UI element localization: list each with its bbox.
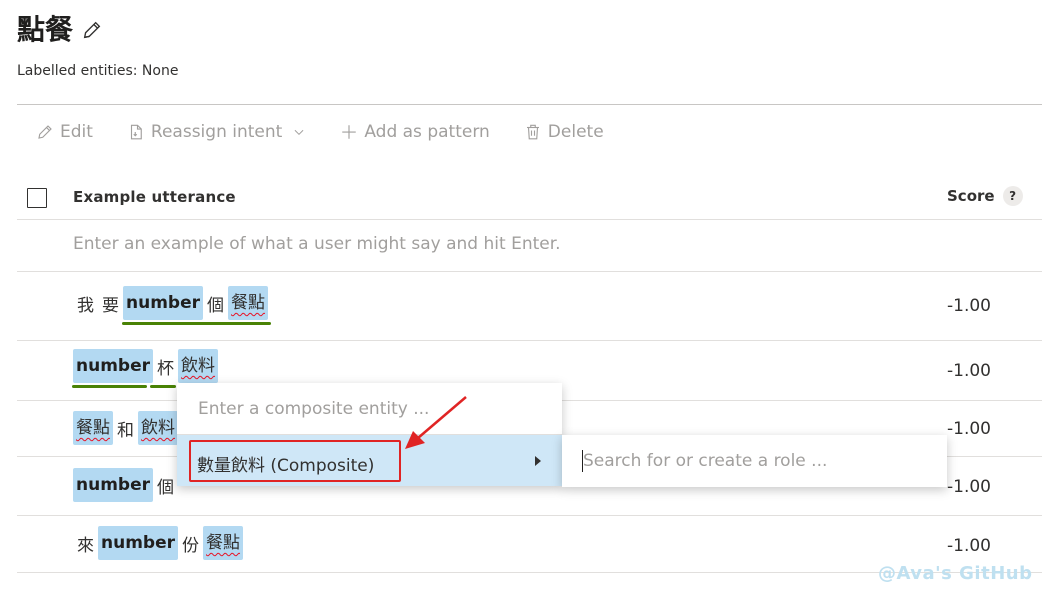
entity-label[interactable]: 餐點	[228, 286, 269, 320]
score-value: -1.00	[947, 419, 991, 439]
token: 我	[77, 295, 94, 316]
token: 杯	[157, 358, 175, 379]
chevron-down-icon	[294, 129, 304, 135]
reassign-intent-label: Reassign intent	[150, 122, 283, 142]
token: 個	[207, 295, 225, 316]
token: 餐點	[206, 533, 241, 553]
utterance-text: number 杯 飲料	[73, 349, 219, 383]
token: 飲料	[181, 356, 216, 376]
add-as-pattern-button[interactable]: Add as pattern	[340, 122, 490, 142]
composite-entity-placeholder: Enter a composite entity ...	[198, 399, 430, 419]
document-icon	[130, 124, 142, 140]
composite-entity-input[interactable]: Enter a composite entity ...	[177, 383, 562, 435]
add-as-pattern-label: Add as pattern	[364, 122, 490, 142]
column-header-utterance: Example utterance	[73, 188, 236, 206]
composite-underline[interactable]	[72, 385, 147, 388]
score-value: -1.00	[947, 361, 991, 381]
token: 和	[117, 420, 134, 441]
entity-label[interactable]: number	[73, 349, 154, 383]
column-header-score: Score ?	[947, 186, 1023, 206]
score-header-label: Score	[947, 187, 995, 205]
toolbar: Edit Reassign intent Add as pattern Dele…	[36, 116, 638, 148]
token: 餐點	[76, 418, 110, 438]
labelled-entities: Labelled entities: None	[17, 63, 179, 79]
score-value: -1.00	[947, 296, 991, 316]
header-divider	[17, 104, 1042, 105]
utterance-input-row[interactable]: Enter an example of what a user might sa…	[17, 220, 1042, 272]
entity-label[interactable]: 飲料	[138, 411, 178, 445]
page-title: 點餐	[17, 13, 74, 46]
trash-icon	[526, 124, 539, 140]
entity-label[interactable]: number	[98, 526, 179, 560]
edit-button[interactable]: Edit	[36, 122, 93, 142]
score-value: -1.00	[947, 477, 991, 497]
pencil-icon[interactable]	[81, 19, 103, 41]
entity-label[interactable]: 飲料	[178, 349, 219, 383]
entity-label[interactable]: 餐點	[73, 411, 113, 445]
delete-label: Delete	[547, 122, 604, 142]
token: 來	[77, 535, 94, 556]
score-value: -1.00	[947, 536, 991, 556]
role-search-input[interactable]: Search for or create a role ...	[583, 451, 827, 471]
composite-underline[interactable]	[150, 385, 176, 388]
entity-label[interactable]: number	[73, 468, 154, 502]
token: 份	[182, 535, 200, 556]
edit-label: Edit	[60, 122, 93, 142]
annotation-highlight-box	[189, 440, 401, 482]
utterance-text: 餐點 和 飲料	[73, 411, 178, 445]
title-row: 點餐	[17, 12, 103, 48]
token: 餐點	[231, 293, 266, 313]
delete-button[interactable]: Delete	[524, 122, 604, 142]
help-icon[interactable]: ?	[1002, 186, 1023, 206]
reassign-intent-button[interactable]: Reassign intent	[127, 122, 306, 142]
table-header: Example utterance Score ?	[17, 172, 1042, 220]
utterance-text: 來 number 份 餐點	[73, 526, 244, 560]
utterance-input[interactable]: Enter an example of what a user might sa…	[73, 234, 561, 254]
table-row[interactable]: 我 要 number 個 餐點 -1.00	[17, 272, 1042, 341]
utterance-table: Example utterance Score ? Enter an examp…	[17, 172, 1042, 573]
token: 要	[102, 295, 119, 316]
entity-label[interactable]: 餐點	[203, 526, 244, 560]
utterance-text: number 個	[73, 468, 178, 502]
role-search-menu: Search for or create a role ...	[562, 435, 947, 487]
token: 飲料	[141, 418, 175, 438]
composite-underline[interactable]	[122, 322, 271, 325]
plus-icon	[342, 125, 357, 139]
select-all-checkbox[interactable]	[27, 188, 47, 208]
pencil-icon	[38, 125, 52, 139]
entity-label[interactable]: number	[123, 286, 204, 320]
chevron-right-icon	[535, 456, 541, 466]
token: 個	[157, 477, 175, 498]
utterance-text: 我 要 number 個 餐點	[73, 286, 269, 320]
watermark: @Ava's GitHub	[878, 563, 1033, 584]
